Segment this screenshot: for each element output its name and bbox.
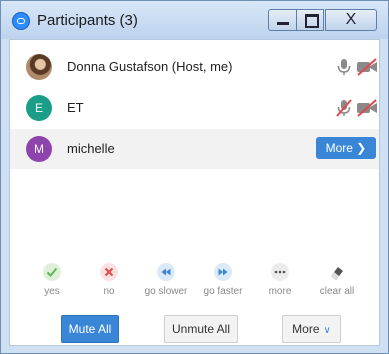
feedback-label: no — [103, 286, 115, 297]
x-icon — [100, 263, 118, 281]
participant-name: michelle — [67, 141, 115, 156]
more-options-button[interactable]: More ∨ — [282, 315, 341, 343]
more-label: More — [292, 322, 320, 336]
avatar: E — [26, 95, 52, 121]
participant-more-button[interactable]: More ❯ — [316, 137, 376, 159]
feedback-label: yes — [44, 286, 60, 297]
participant-name: ET — [67, 100, 84, 115]
participants-window: Participants (3) X Donna Gustafson (Host… — [0, 0, 389, 354]
check-icon — [43, 263, 61, 281]
microphone-muted-icon[interactable] — [334, 98, 354, 118]
minimize-button[interactable] — [268, 9, 297, 31]
feedback-label: go slower — [144, 286, 188, 297]
fast-forward-icon — [214, 263, 232, 281]
feedback-label: clear all — [319, 286, 355, 297]
avatar — [26, 54, 52, 80]
eraser-icon — [331, 267, 343, 280]
feedback-yes[interactable]: yes — [28, 262, 76, 297]
rewind-icon — [157, 263, 175, 281]
unmute-all-button[interactable]: Unmute All — [164, 315, 238, 343]
feedback-clear-all[interactable]: clear all — [313, 262, 361, 297]
video-off-icon[interactable] — [356, 57, 378, 77]
chevron-down-icon: ∨ — [323, 325, 331, 336]
participant-name: Donna Gustafson (Host, me) — [67, 59, 233, 74]
microphone-icon[interactable] — [334, 57, 354, 77]
feedback-go-faster[interactable]: go faster — [199, 262, 247, 297]
feedback-go-slower[interactable]: go slower — [142, 262, 190, 297]
title-bar[interactable]: Participants (3) X — [1, 1, 388, 39]
feedback-label: go faster — [203, 286, 243, 297]
mute-all-button[interactable]: Mute All — [61, 315, 119, 343]
feedback-no[interactable]: no — [85, 262, 133, 297]
feedback-more[interactable]: more — [256, 262, 304, 297]
close-icon: X — [345, 11, 357, 28]
feedback-label: more — [268, 286, 292, 297]
participant-row[interactable]: E ET — [10, 88, 379, 128]
zoom-app-icon — [13, 13, 29, 29]
video-off-icon[interactable] — [356, 98, 378, 118]
window-title: Participants (3) — [37, 12, 138, 29]
participant-row[interactable]: Donna Gustafson (Host, me) — [10, 47, 379, 87]
maximize-button[interactable] — [296, 9, 324, 31]
close-button[interactable]: X — [325, 9, 377, 31]
participants-panel: Donna Gustafson (Host, me) E ET M michel… — [9, 39, 380, 346]
participant-row[interactable]: M michelle More ❯ — [10, 129, 379, 169]
avatar: M — [26, 136, 52, 162]
ellipsis-icon — [271, 263, 289, 281]
